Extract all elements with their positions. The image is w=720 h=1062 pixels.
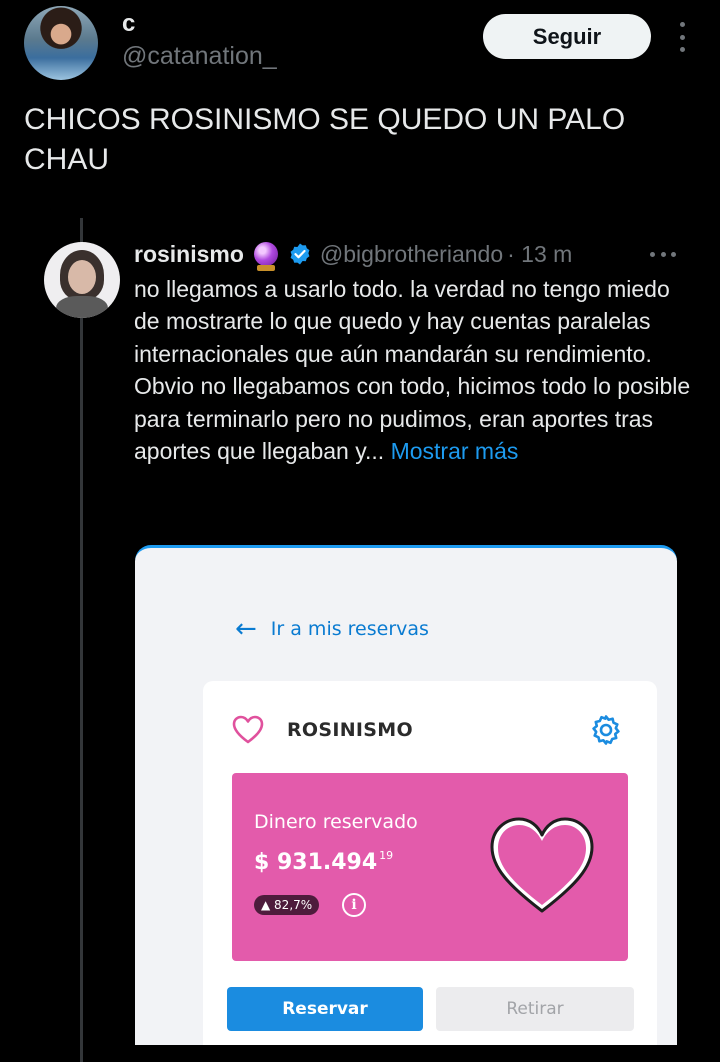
gear-icon[interactable] — [589, 713, 623, 747]
follow-button[interactable]: Seguir — [483, 14, 651, 59]
reserved-money-label: Dinero reservado — [254, 811, 418, 833]
info-icon[interactable]: i — [342, 893, 366, 917]
more-options-icon[interactable] — [672, 22, 692, 52]
reserve-card: ROSINISMO Dinero reservado $ 931.494 19 ▲… — [203, 681, 657, 1045]
author-handle[interactable]: @catanation_ — [122, 42, 277, 71]
quoted-more-options-icon[interactable] — [650, 252, 676, 258]
crystal-ball-icon — [253, 242, 278, 271]
author-avatar[interactable] — [24, 6, 98, 80]
back-link-label: Ir a mis reservas — [270, 618, 429, 640]
heart-illustration-icon — [490, 817, 594, 913]
quoted-author-handle[interactable]: @bigbrotheriando — [320, 241, 503, 268]
yield-percent-badge: ▲ 82,7% — [254, 895, 320, 915]
reserved-amount: $ 931.494 19 — [254, 849, 393, 875]
back-to-reservations-link[interactable]: ← Ir a mis reservas — [235, 614, 429, 644]
reserve-card-title: ROSINISMO — [287, 719, 413, 741]
reserved-amount-value: $ 931.494 — [254, 850, 378, 875]
reserve-button[interactable]: Reservar — [227, 987, 423, 1031]
tweet-text: CHICOS ROSINISMO SE QUEDO UN PALO CHAU — [24, 103, 626, 176]
quoted-author-avatar[interactable] — [44, 242, 120, 318]
show-more-link[interactable]: Mostrar más — [391, 438, 519, 464]
quoted-tweet-header: rosinismo @bigbrotheriando · 13 m — [134, 238, 694, 271]
verified-badge-icon — [290, 243, 310, 265]
quoted-tweet-text: no llegamos a usarlo todo. la verdad no … — [134, 273, 694, 467]
quoted-tweet-body: no llegamos a usarlo todo. la verdad no … — [134, 276, 691, 465]
heart-outline-icon — [232, 715, 264, 744]
quoted-author-name[interactable]: rosinismo — [134, 241, 244, 268]
author-display-name[interactable]: c — [122, 10, 135, 38]
reserved-money-panel: Dinero reservado $ 931.494 19 ▲ 82,7% i — [232, 773, 628, 961]
quote-divider-line — [80, 218, 83, 1062]
quoted-tweet-time[interactable]: · 13 m — [507, 241, 572, 268]
arrow-left-icon: ← — [235, 614, 257, 644]
quoted-tweet-image[interactable]: ← Ir a mis reservas ROSINISMO Dinero res… — [135, 545, 677, 1045]
reserved-amount-cents: 19 — [379, 849, 394, 862]
withdraw-button[interactable]: Retirar — [436, 987, 634, 1031]
